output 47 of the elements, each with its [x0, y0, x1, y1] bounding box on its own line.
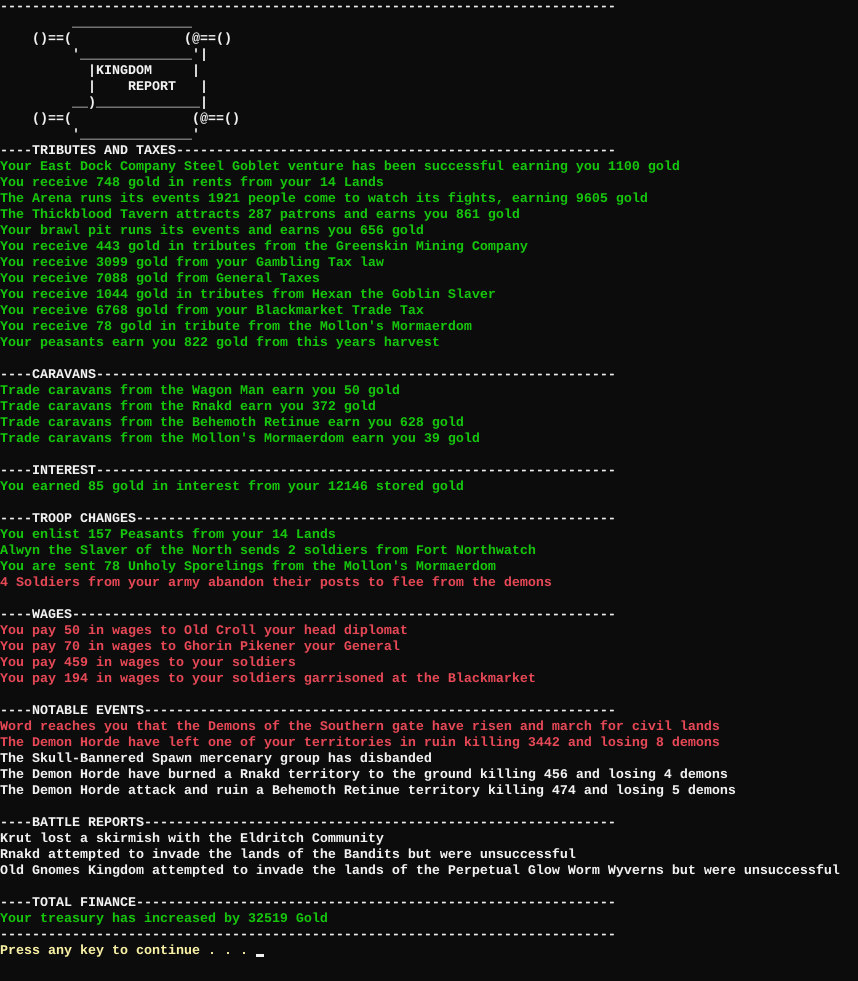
report-line: The Demon Horde have left one of your territories in ruin killing 3442 and losing 8 demons	[0, 736, 720, 752]
report-line: You pay 194 in wages to your soldiers garrisoned at the Blackmarket	[0, 672, 536, 688]
report-line: Your treasury has increased by 32519 Gold	[0, 912, 328, 928]
report-line: Word reaches you that the Demons of the Southern gate have risen and march for civil lands	[0, 720, 720, 736]
section-header: ----WAGES--------------------------------------------------------------------	[0, 608, 616, 624]
report-line: You pay 70 in wages to Ghorin Pikener your General	[0, 640, 400, 656]
report-line: The Arena runs its events 1921 people come to watch its fights, earning 9605 gold	[0, 192, 648, 208]
report-line: You receive 3099 gold from your Gambling Tax law	[0, 256, 384, 272]
report-line: Alwyn the Slaver of the North sends 2 soldiers from Fort Northwatch	[0, 544, 536, 560]
report-line: The Thickblood Tavern attracts 287 patrons and earns you 861 gold	[0, 208, 520, 224]
section-header: ----TOTAL FINANCE------------------------------------------------------------	[0, 896, 616, 912]
report-line: You receive 6768 gold from your Blackmarket Trade Tax	[0, 304, 424, 320]
section-header: ----TRIBUTES AND TAXES-------------------------------------------------------	[0, 144, 616, 160]
ascii-art-title-text: _______________ ()==( (@==() '______________'| |KINGDOM | | REPORT | __)_____________| ()==( (@==() '______________'	[30, 16, 240, 144]
report-line: Krut lost a skirmish with the Eldritch Community	[0, 832, 384, 848]
report-line: Trade caravans from the Rnakd earn you 372 gold	[0, 400, 376, 416]
report-line: Trade caravans from the Wagon Man earn you 50 gold	[0, 384, 400, 400]
section-header: ----BATTLE REPORTS-----------------------------------------------------------	[0, 816, 616, 832]
section-header: ----TROOP CHANGES------------------------------------------------------------	[0, 512, 616, 528]
rule-line: -----------------------------------------------------------------------------	[0, 928, 616, 944]
continue-prompt: Press any key to continue . . .	[0, 944, 248, 960]
report-line: Your East Dock Company Steel Goblet venture has been successful earning you 1100 gold	[0, 160, 680, 176]
report-line: 4 Soldiers from your army abandon their posts to flee from the demons	[0, 576, 552, 592]
report-line: Old Gnomes Kingdom attempted to invade the lands of the Perpetual Glow Worm Wyverns but were unsuccessful	[0, 864, 840, 880]
report-line: Rnakd attempted to invade the lands of the Bandits but were unsuccessful	[0, 848, 576, 864]
report-line: You enlist 157 Peasants from your 14 Lands	[0, 528, 336, 544]
report-line: You receive 1044 gold in tributes from Hexan the Goblin Slaver	[0, 288, 496, 304]
report-line: The Demon Horde attack and ruin a Behemoth Retinue territory killing 474 and losing 5 demons	[0, 784, 736, 800]
report-line: You receive 443 gold in tributes from the Greenskin Mining Company	[0, 240, 528, 256]
report-line: You pay 50 in wages to Old Croll your head diplomat	[0, 624, 408, 640]
report-line: Trade caravans from the Behemoth Retinue earn you 628 gold	[0, 416, 464, 432]
report-line: You are sent 78 Unholy Sporelings from the Mollon's Mormaerdom	[0, 560, 496, 576]
report-line: Your peasants earn you 822 gold from this years harvest	[0, 336, 440, 352]
section-header: ----CARAVANS-----------------------------------------------------------------	[0, 368, 616, 384]
report-line: The Demon Horde have burned a Rnakd territory to the ground killing 456 and losing 4 demons	[0, 768, 728, 784]
cursor-icon	[256, 954, 264, 957]
report-line: Trade caravans from the Mollon's Mormaerdom earn you 39 gold	[0, 432, 480, 448]
report-line: You receive 748 gold in rents from your 14 Lands	[0, 176, 384, 192]
report-line: You receive 78 gold in tribute from the Mollon's Mormaerdom	[0, 320, 472, 336]
report-line: The Skull-Bannered Spawn mercenary group has disbanded	[0, 752, 432, 768]
section-header: ----NOTABLE EVENTS-----------------------------------------------------------	[0, 704, 616, 720]
section-header: ----INTEREST-----------------------------------------------------------------	[0, 464, 616, 480]
report-line: Your brawl pit runs its events and earns you 656 gold	[0, 224, 424, 240]
rule-line: -----------------------------------------------------------------------------	[0, 0, 616, 16]
report-line: You earned 85 gold in interest from your 12146 stored gold	[0, 480, 464, 496]
report-line: You pay 459 in wages to your soldiers	[0, 656, 296, 672]
report-line: You receive 7088 gold from General Taxes	[0, 272, 320, 288]
